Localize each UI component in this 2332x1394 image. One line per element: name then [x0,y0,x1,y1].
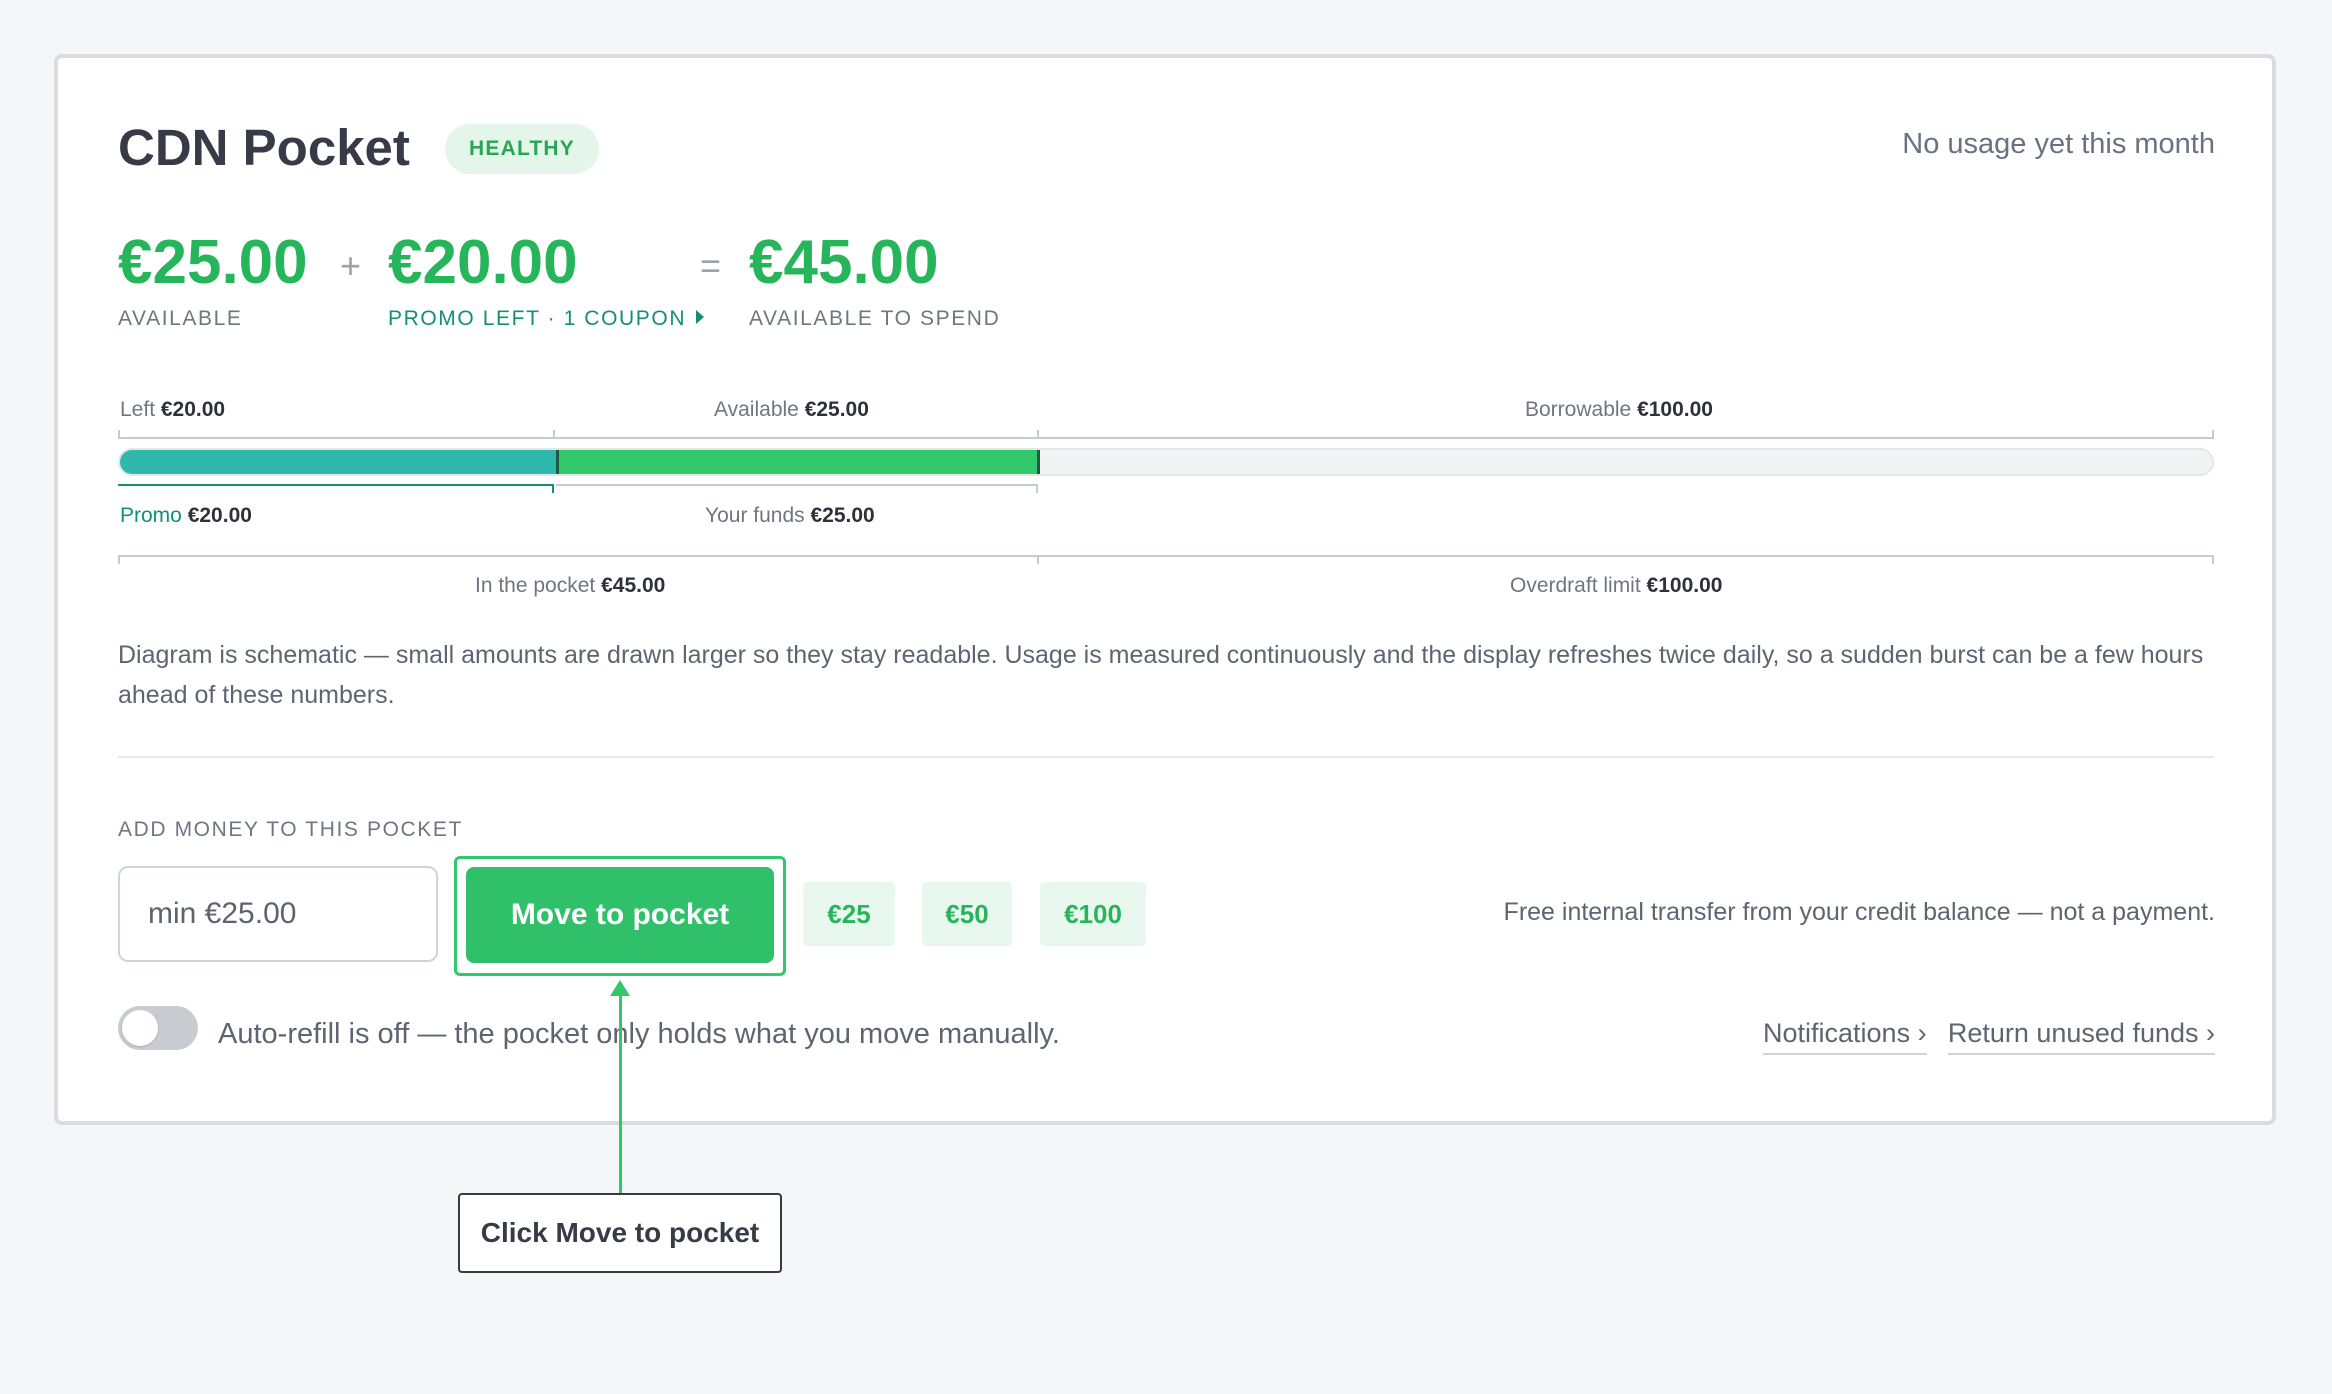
instruction-callout: Click Move to pocket [458,1193,782,1273]
segment-divider [1037,450,1041,474]
promo-bracket-tick [552,484,554,493]
usage-note: No usage yet this month [1902,128,2215,160]
available-amount: €25.00 [118,228,308,297]
funds-bracket-tick [1036,484,1038,493]
top-bracket-tick [2212,430,2214,439]
notifications-link[interactable]: Notifications › [1763,1018,1927,1055]
available-label: AVAILABLE [118,307,243,330]
range-bracket-tick [2212,555,2214,564]
left-label: Left €20.00 [120,398,226,421]
pocket-balance-bar [118,448,2214,476]
segment-divider [556,450,560,474]
page-title: CDN Pocket [118,119,410,176]
quick-amount-50-button[interactable]: €50 [922,882,1012,946]
total-label: AVAILABLE TO SPEND [749,307,1001,330]
overdraft-label: Overdraft limit €100.00 [1510,574,1723,597]
available-bar-label: Available €25.00 [714,398,869,421]
funds-bracket [556,484,1038,486]
borrowable-label: Borrowable €100.00 [1525,398,1713,421]
top-bracket-tick [1037,430,1039,439]
toggle-knob [122,1010,158,1046]
range-bracket-tick [1037,555,1039,564]
promo-bracket [118,484,554,486]
promo-amount: €20.00 [388,228,578,297]
total-amount: €45.00 [749,228,939,297]
transfer-note: Free internal transfer from your credit … [1503,898,2215,926]
auto-refill-toggle[interactable] [118,1006,198,1050]
move-to-pocket-button[interactable]: Move to pocket [466,867,774,963]
cdn-pocket-card [54,54,2276,1125]
promo-label: PROMO LEFT · 1 COUPON [388,307,687,330]
return-funds-link[interactable]: Return unused funds › [1947,1018,2215,1055]
promo-segment [120,450,558,474]
funds-segment [557,450,1039,474]
callout-arrow-line [619,994,622,1194]
top-bracket-tick [118,430,120,439]
in-pocket-label: In the pocket €45.00 [475,574,666,597]
top-bracket [118,437,2214,439]
equals-sign: = [700,245,722,286]
plus-sign: + [340,245,362,286]
arrow-up-icon [610,980,630,996]
auto-refill-label: Auto-refill is off — the pocket only hol… [218,1018,1060,1050]
your-funds-label: Your funds €25.00 [705,504,875,527]
section-divider [118,756,2214,758]
range-bracket [118,555,2214,557]
quick-amount-100-button[interactable]: €100 [1040,882,1146,946]
amount-input[interactable] [118,866,438,962]
promo-coupon-link[interactable]: PROMO LEFT · 1 COUPON [388,307,705,331]
add-money-label: ADD MONEY TO THIS POCKET [118,818,463,841]
range-bracket-tick [118,555,120,564]
quick-amount-25-button[interactable]: €25 [803,882,895,946]
diagram-note: Diagram is schematic — small amounts are… [118,641,2204,709]
top-bracket-tick [553,430,555,439]
caret-right-icon [696,310,705,324]
status-badge: HEALTHY [445,124,600,174]
promo-bar-label: Promo €20.00 [120,504,252,527]
